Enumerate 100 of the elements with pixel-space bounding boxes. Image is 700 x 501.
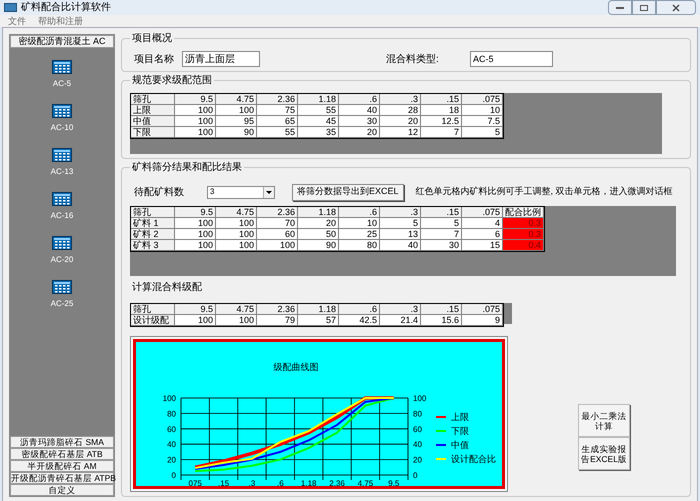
table-cell: .15 xyxy=(421,207,462,218)
menu-item[interactable]: 帮助和注册 xyxy=(38,15,83,27)
table-cell: .3 xyxy=(380,94,421,105)
table-cell: 筛孔 xyxy=(131,304,175,315)
mix-type-item[interactable]: AC-10 xyxy=(50,104,74,134)
mix-type-item[interactable]: AC-5 xyxy=(52,60,72,90)
table-cell: 9.5 xyxy=(175,207,216,218)
table-cell: 9.5 xyxy=(175,304,216,315)
table-cell: .6 xyxy=(339,207,380,218)
table-cell: 100 xyxy=(216,240,257,251)
legend-label: 设计配合比 xyxy=(451,454,496,464)
category-button[interactable]: 密级配沥青混凝土 AC xyxy=(10,35,114,48)
table-cell: .075 xyxy=(462,94,503,105)
table-cell: 60 xyxy=(257,229,298,240)
table-cell: 10 xyxy=(462,105,503,116)
export-button[interactable]: 将筛分数据导出到EXCEL xyxy=(292,184,404,200)
table-cell: 筛孔 xyxy=(131,94,175,105)
table-cell: 65 xyxy=(257,116,298,127)
table-cell: .6 xyxy=(339,304,380,315)
axis-tick-label: 60 xyxy=(413,424,422,434)
axis-tick-label: 0 xyxy=(413,471,418,480)
count-dropdown[interactable]: 3 xyxy=(207,186,275,198)
table-cell: 矿料 3 xyxy=(131,240,175,251)
category-button[interactable]: 密级配碎石基层 ATB xyxy=(10,448,114,460)
table-cell: 2.36 xyxy=(257,304,298,315)
table-cell: 12.5 xyxy=(421,116,462,127)
category-button[interactable]: 自定义 xyxy=(10,484,114,496)
category-button[interactable]: 半开级配碎石 AM xyxy=(10,460,114,472)
axis-tick-label: .3 xyxy=(248,479,256,486)
table-cell: 79 xyxy=(257,315,298,326)
mix-type-item[interactable]: AC-13 xyxy=(50,148,74,178)
table-cell: 4.75 xyxy=(216,304,257,315)
axis-tick-label: 2.36 xyxy=(329,479,345,486)
field-label: 项目名称 xyxy=(134,52,175,66)
axis-tick-label: 80 xyxy=(167,409,176,418)
table-cell: 95 xyxy=(216,116,257,127)
table-cell: 1.18 xyxy=(298,207,339,218)
field-label: 混合料类型: xyxy=(386,52,440,66)
axis-tick-label: 100 xyxy=(413,394,426,403)
mix-type-item[interactable]: AC-20 xyxy=(50,236,74,266)
table-cell: 上限 xyxy=(131,105,175,116)
table-cell: .6 xyxy=(339,94,380,105)
mix-type-item[interactable]: AC-16 xyxy=(50,192,74,222)
table-cell: 100 xyxy=(175,240,216,251)
table-cell: 下限 xyxy=(131,127,175,138)
legend-label: 中值 xyxy=(451,440,469,450)
input-field[interactable]: AC-5 xyxy=(470,51,553,67)
table-cell: 12 xyxy=(380,127,421,138)
table-cell: 1.18 xyxy=(298,94,339,105)
table-cell: 设计级配 xyxy=(131,315,175,326)
menu-item[interactable]: 文件 xyxy=(8,15,26,27)
table-cell: 25 xyxy=(339,229,380,240)
axis-tick-label: 40 xyxy=(167,440,176,450)
axis-tick-label: 4.75 xyxy=(358,479,374,486)
table-cell: 10 xyxy=(339,218,380,229)
action-button[interactable]: 生成实验报告EXCEL版 xyxy=(578,437,630,470)
action-button[interactable]: 最小二乘法计算 xyxy=(578,404,630,437)
axis-tick-label: 0 xyxy=(172,471,176,480)
table-cell: 9.5 xyxy=(175,94,216,105)
table-cell: .15 xyxy=(421,94,462,105)
table-cell: 30 xyxy=(339,116,380,127)
category-button[interactable]: 开级配沥青碎石基层 ATPB xyxy=(10,472,114,484)
mix-type-item[interactable]: AC-25 xyxy=(50,280,74,310)
table-cell: 40 xyxy=(380,240,421,251)
table-cell: 矿料 2 xyxy=(131,229,175,240)
axis-tick-label: 40 xyxy=(413,440,422,450)
table-cell: 100 xyxy=(175,105,216,116)
input-field[interactable]: 沥青上面层 xyxy=(182,51,260,67)
table-cell: 矿料 1 xyxy=(131,218,175,229)
table-cell: 7.5 xyxy=(462,116,503,127)
table-cell: 筛孔 xyxy=(131,207,175,218)
table-cell: 100 xyxy=(257,240,298,251)
table-cell: 45 xyxy=(298,116,339,127)
table-cell: 18 xyxy=(421,105,462,116)
axis-tick-label: 9.5 xyxy=(388,479,400,486)
table-cell: 55 xyxy=(257,127,298,138)
table-cell: 28 xyxy=(380,105,421,116)
field-label: 待配矿料数 xyxy=(134,186,185,200)
table-cell: 2.36 xyxy=(257,94,298,105)
table-cell: 9 xyxy=(462,315,503,326)
table-cell: 5 xyxy=(380,218,421,229)
table-cell: .075 xyxy=(462,304,503,315)
table-cell: 20 xyxy=(380,116,421,127)
table-cell: 100 xyxy=(175,218,216,229)
legend-label: 下限 xyxy=(451,426,469,436)
table-cell: 配合比例 xyxy=(503,207,544,218)
axis-tick-label: .15 xyxy=(218,479,230,486)
table-cell: 30 xyxy=(421,240,462,251)
table-cell: 15 xyxy=(462,240,503,251)
axis-tick-label: 1.18 xyxy=(300,479,316,486)
axis-tick-label: 20 xyxy=(167,456,176,465)
table-cell: .3 xyxy=(380,207,421,218)
chart-title: 级配曲线图 xyxy=(274,362,318,372)
table-cell: 100 xyxy=(216,218,257,229)
category-button[interactable]: 沥青玛蹄脂碎石 SMA xyxy=(10,436,114,448)
table-cell: 100 xyxy=(216,229,257,240)
table-cell: 42.5 xyxy=(339,315,380,326)
table-cell: 100 xyxy=(216,315,257,326)
table-cell: 50 xyxy=(298,229,339,240)
table-cell: .075 xyxy=(462,207,503,218)
